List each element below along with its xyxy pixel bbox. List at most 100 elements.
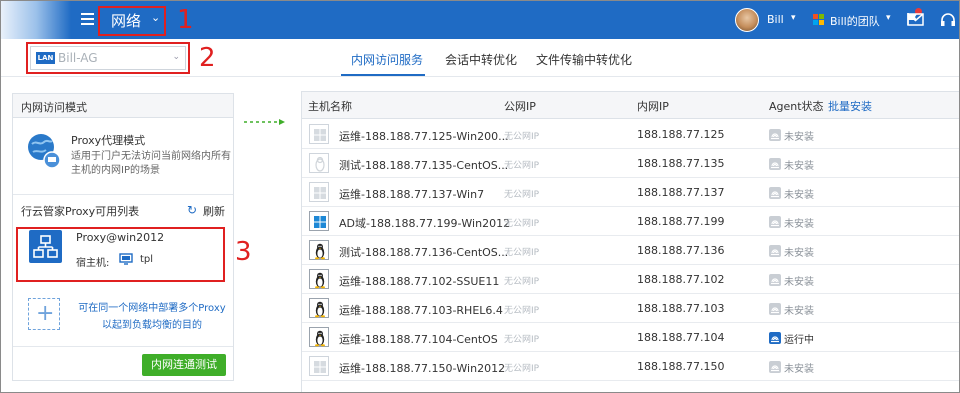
chevron-down-icon[interactable]: ▾ [886, 13, 891, 23]
host-name-cell[interactable]: 运维-188.188.77.102-SSUE11 [339, 273, 499, 289]
linux-icon [309, 240, 329, 260]
divider [13, 194, 233, 195]
agent-status-cell: 未安装 [784, 190, 814, 201]
connectivity-test-button[interactable]: 内网连通测试 [142, 354, 226, 376]
private-ip-cell: 188.188.77.135 [637, 157, 725, 170]
host-name-cell[interactable]: 测试-188.188.77.136-CentOS... [339, 244, 508, 260]
private-ip-cell: 188.188.77.199 [637, 215, 725, 228]
public-ip-cell: 无公网IP [504, 335, 540, 345]
linux-icon [309, 153, 329, 173]
private-ip-cell: 188.188.77.102 [637, 273, 725, 286]
public-ip-cell: 无公网IP [504, 248, 540, 258]
panel-header: 内网访问模式 [13, 94, 233, 118]
tab-intranet-access[interactable]: 内网访问服务 [351, 51, 423, 68]
agent-status-cell: 未安装 [784, 161, 814, 172]
agent-status-icon [769, 332, 781, 344]
batch-install-link[interactable]: 批量安装 [828, 98, 872, 114]
private-ip-cell: 188.188.77.103 [637, 302, 725, 315]
linux-icon [309, 298, 329, 318]
agent-status-cell: 未安装 [784, 306, 814, 317]
public-ip-cell: 无公网IP [504, 190, 540, 200]
tab-session-relay[interactable]: 会话中转优化 [445, 51, 517, 68]
plus-icon: + [36, 301, 55, 326]
proxy-cloud-icon [28, 134, 61, 169]
refresh-icon[interactable]: ↻ [187, 203, 197, 217]
proxy-list-title: 行云管家Proxy可用列表 [21, 205, 140, 218]
proxy-mode-title: Proxy代理模式 [71, 134, 146, 147]
linux-icon [309, 327, 329, 347]
agent-status-icon [769, 216, 781, 228]
agent-status-icon [769, 245, 781, 257]
agent-status-icon [769, 187, 781, 199]
agent-status-icon [769, 303, 781, 315]
column-header-private-ip[interactable]: 内网IP [637, 98, 669, 114]
table-row[interactable]: 运维-188.188.77.104-CentOS 无公网IP 188.188.77.… [302, 323, 959, 352]
add-proxy-button[interactable]: + [28, 298, 60, 330]
host-table: 主机名称 公网IP 内网IP Agent状态 批量安装 运维-188.188.7… [301, 91, 959, 392]
agent-status-cell: 未安装 [784, 132, 814, 143]
team-logo-icon [813, 14, 825, 26]
column-header-agent[interactable]: Agent状态 [769, 98, 824, 114]
refresh-button[interactable]: 刷新 [203, 203, 225, 219]
private-ip-cell: 188.188.77.137 [637, 186, 725, 199]
public-ip-cell: 无公网IP [504, 364, 540, 374]
linux-icon [309, 269, 329, 289]
panel-title: 内网访问模式 [21, 101, 87, 114]
avatar[interactable] [735, 8, 759, 32]
user-name[interactable]: Bill [767, 13, 784, 26]
table-row[interactable]: 运维-188.188.77.125-Win200... 无公网IP 188.188.… [302, 120, 959, 149]
app-window: 网络 ⌄ Bill ▾ Bill的团队 ▾ 1 LAN Bill-AG ⌄ 2 … [0, 0, 960, 393]
team-name[interactable]: Bill的团队 [830, 13, 880, 29]
table-row[interactable]: 运维-188.188.77.102-SSUE11 无公网IP 188.188.77.… [302, 265, 959, 294]
host-name-cell[interactable]: 运维-188.188.77.137-Win7 [339, 186, 484, 202]
public-ip-cell: 无公网IP [504, 277, 540, 287]
agent-status-icon [769, 158, 781, 170]
column-header-name[interactable]: 主机名称 [308, 98, 352, 114]
annotation-box-1 [98, 6, 166, 36]
divider [13, 346, 233, 347]
table-row[interactable]: AD域-188.188.77.199-Win2012 无公网IP 188.188.7… [302, 207, 959, 236]
private-ip-cell: 188.188.77.104 [637, 331, 725, 344]
host-name-cell[interactable]: AD域-188.188.77.199-Win2012 [339, 215, 510, 231]
agent-status-cell: 未安装 [784, 277, 814, 288]
mail-icon[interactable] [907, 12, 924, 27]
chevron-down-icon[interactable]: ▾ [791, 13, 796, 23]
arrow-right-icon [244, 119, 285, 125]
table-row[interactable]: 运维-188.188.77.150-Win2012 无公网IP 188.188.77… [302, 352, 959, 381]
tab-file-transfer-relay[interactable]: 文件传输中转优化 [536, 51, 632, 68]
annotation-number-1: 1 [177, 5, 194, 35]
host-name-cell[interactable]: 运维-188.188.77.104-CentOS [339, 331, 498, 347]
agent-status-cell: 未安装 [784, 364, 814, 375]
headset-icon[interactable] [940, 12, 956, 28]
windows-icon [309, 356, 329, 376]
menu-icon[interactable] [81, 13, 94, 25]
private-ip-cell: 188.188.77.150 [637, 360, 725, 373]
public-ip-cell: 无公网IP [504, 132, 540, 142]
public-ip-cell: 无公网IP [504, 219, 540, 229]
agent-status-cell: 未安装 [784, 219, 814, 230]
table-header: 主机名称 公网IP 内网IP Agent状态 批量安装 [302, 92, 959, 119]
windows-icon [309, 182, 329, 202]
host-name-cell[interactable]: 运维-188.188.77.103-RHEL6.4 [339, 302, 503, 318]
column-header-public-ip[interactable]: 公网IP [504, 98, 536, 114]
host-name-cell[interactable]: 运维-188.188.77.125-Win200... [339, 128, 509, 144]
agent-status-cell: 运行中 [784, 335, 814, 346]
public-ip-cell: 无公网IP [504, 161, 540, 171]
agent-status-icon [769, 274, 781, 286]
private-ip-cell: 188.188.77.125 [637, 128, 725, 141]
host-name-cell[interactable]: 运维-188.188.77.150-Win2012 [339, 360, 505, 376]
annotation-number-2: 2 [199, 43, 216, 73]
annotation-number-3: 3 [235, 237, 252, 267]
agent-status-icon [769, 361, 781, 373]
table-row[interactable]: 测试-188.188.77.136-CentOS... 无公网IP 188.188.… [302, 236, 959, 265]
table-row[interactable]: 运维-188.188.77.137-Win7 无公网IP 188.188.77.13… [302, 178, 959, 207]
tabs-divider [1, 76, 959, 77]
annotation-box-2 [26, 42, 190, 74]
public-ip-cell: 无公网IP [504, 306, 540, 316]
host-name-cell[interactable]: 测试-188.188.77.135-CentOS... [339, 157, 508, 173]
table-row[interactable]: 运维-188.188.77.103-RHEL6.4 无公网IP 188.188.77… [302, 294, 959, 323]
add-proxy-hint[interactable]: 可在同一个网络中部署多个Proxy以起到负载均衡的目的 [77, 300, 227, 334]
table-row[interactable]: 测试-188.188.77.135-CentOS... 无公网IP 188.188.… [302, 149, 959, 178]
proxy-mode-description: 适用于门户无法访问当前网络内所有主机的内网IP的场景 [71, 151, 231, 176]
logo-area [1, 1, 71, 39]
